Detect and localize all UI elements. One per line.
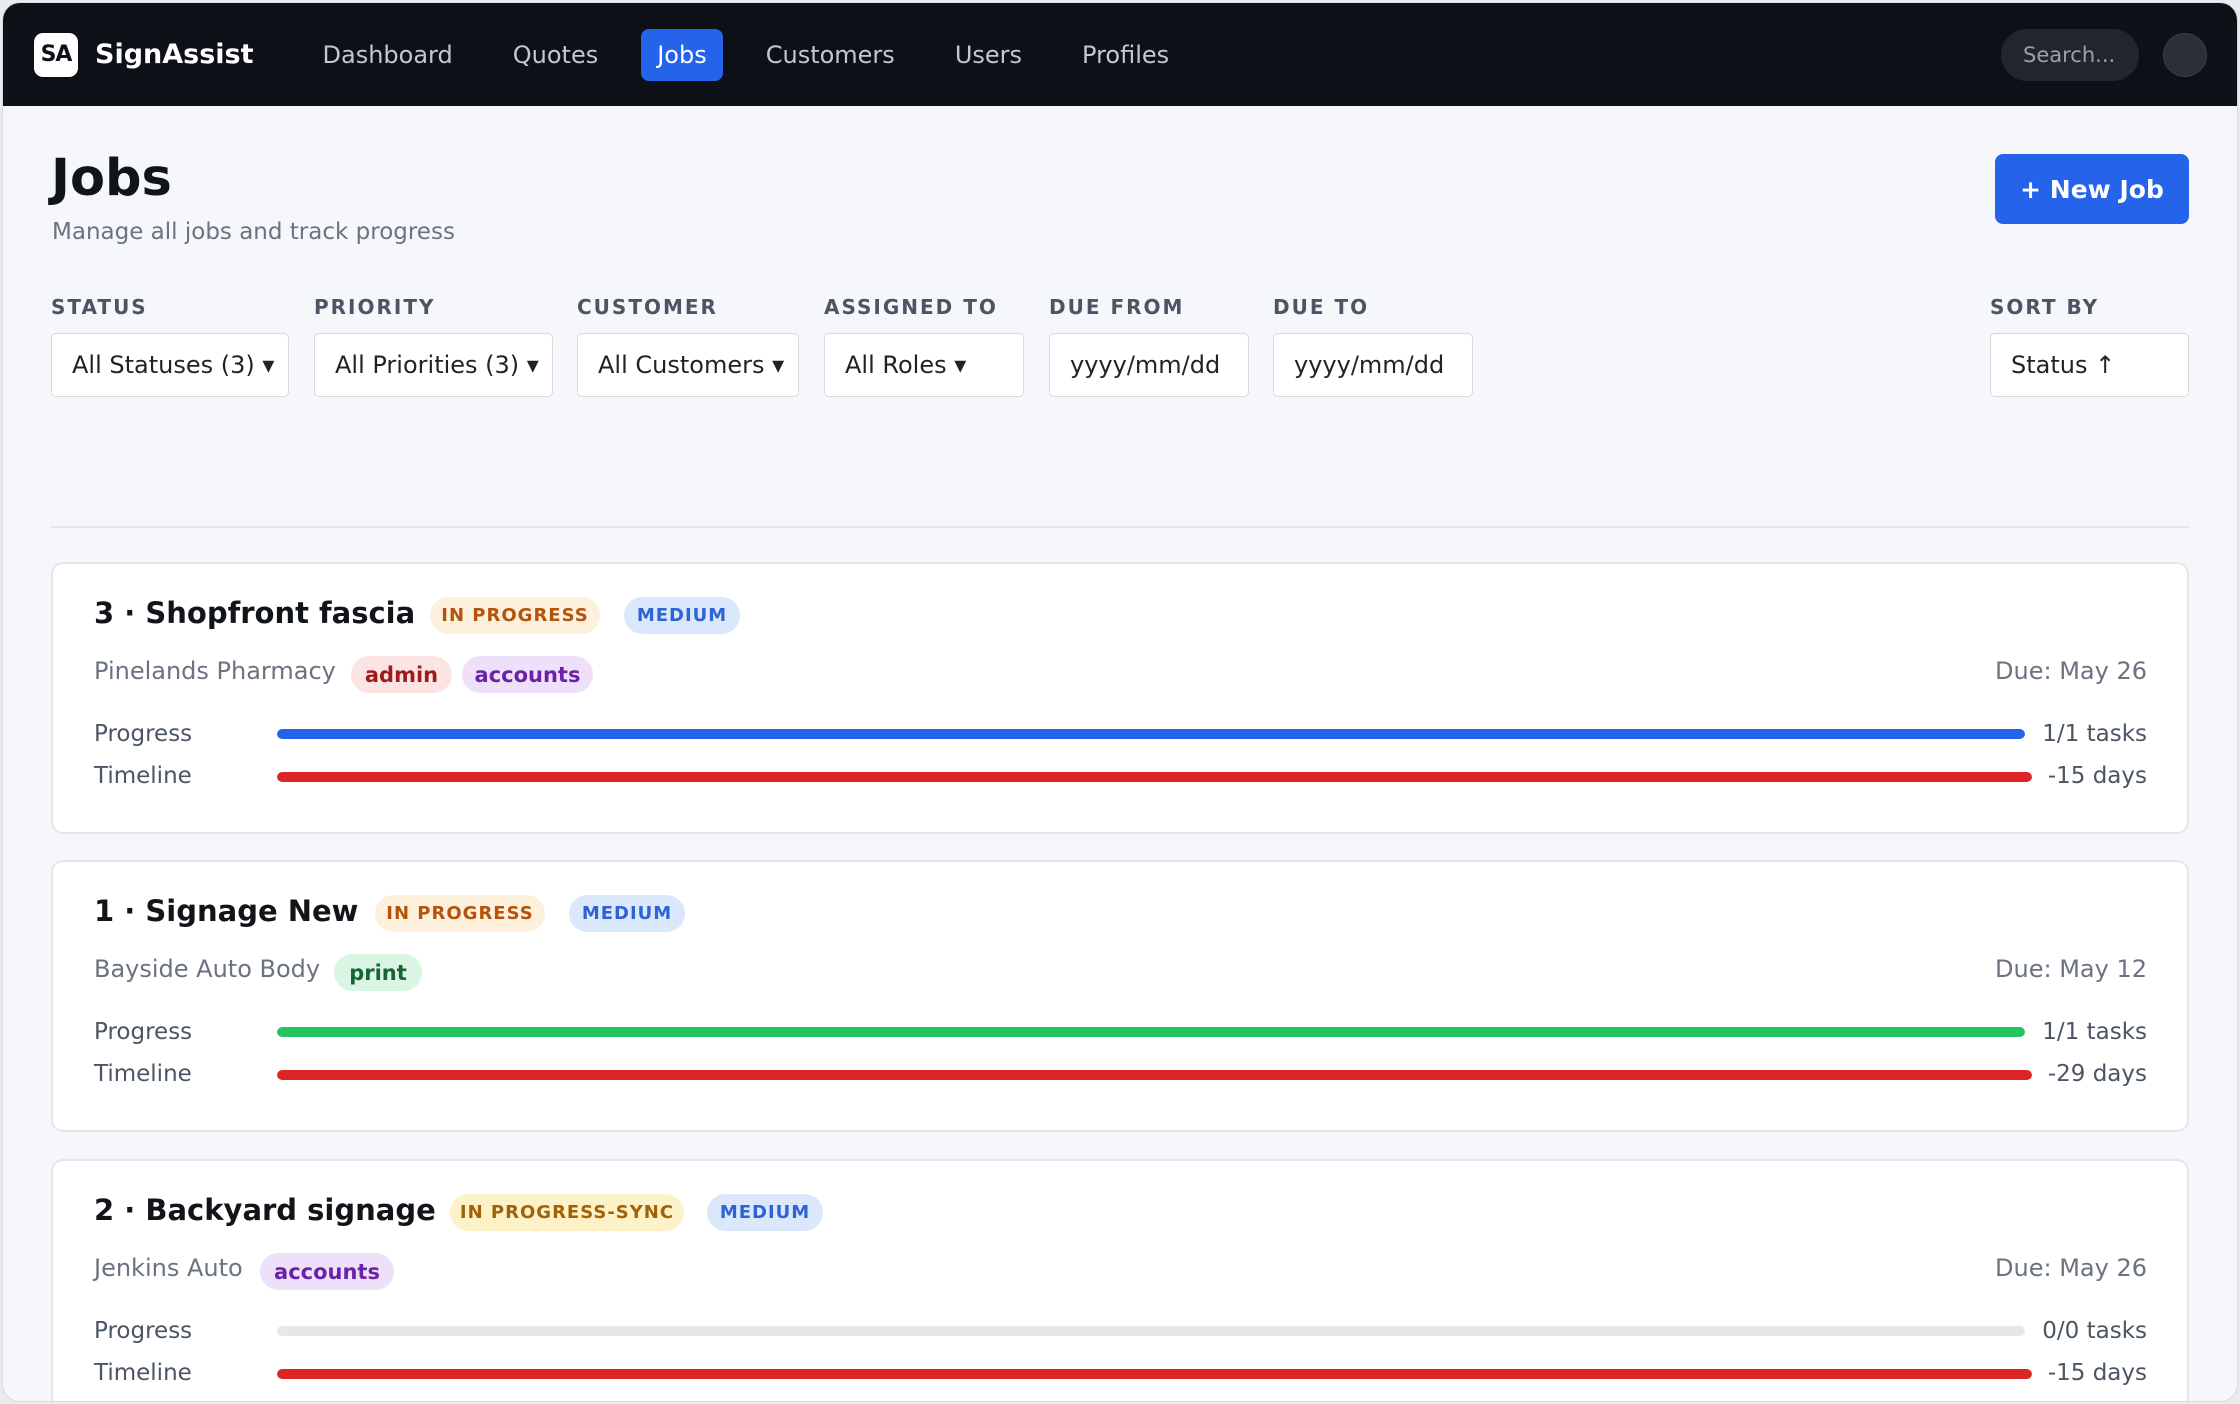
progress-count: 1/1 tasks [2042,1019,2147,1045]
progress-bar-fill [277,729,2025,739]
job-card[interactable]: 3 · Shopfront fascia IN PROGRESS MEDIUM … [51,562,2189,834]
logo-badge: SA [34,32,78,77]
tag-admin: admin [351,656,452,693]
filter-status: STATUS All Statuses (3) ▾ [51,293,289,397]
nav-item-profiles[interactable]: Profiles [1065,29,1186,81]
tag-accounts: accounts [462,656,593,693]
job-title[interactable]: 1 · Signage New [94,894,358,928]
timeline-bar [277,1369,2032,1379]
filter-bar: STATUS All Statuses (3) ▾ PRIORITY All P… [51,293,2189,397]
customer-name: Bayside Auto Body [94,955,321,983]
page-title: Jobs [51,149,172,208]
filter-due-from-label: DUE FROM [1049,295,1185,319]
nav-item-jobs[interactable]: Jobs [641,28,723,81]
job-title[interactable]: 3 · Shopfront fascia [94,596,415,630]
priority-select[interactable]: All Priorities (3) ▾ [314,333,553,397]
progress-bar [277,729,2025,739]
filter-sort-label: SORT BY [1990,295,2100,319]
due-date: Due: May 26 [1995,657,2147,685]
timeline-days: -29 days [2047,1061,2147,1087]
page-subtitle: Manage all jobs and track progress [52,219,455,245]
due-from-input[interactable]: yyyy/mm/dd [1049,333,1249,397]
job-card[interactable]: 2 · Backyard signage IN PROGRESS-SYNC ME… [51,1159,2189,1401]
nav-item-quotes[interactable]: Quotes [496,29,615,81]
filter-sort: SORT BY Status ↑ [1990,293,2189,397]
top-navigation-bar: SA SignAssist Dashboard Quotes Jobs Cust… [3,3,2237,106]
status-select[interactable]: All Statuses (3) ▾ [51,333,289,397]
priority-badge: MEDIUM [569,895,685,932]
filter-assigned-label: ASSIGNED TO [824,295,998,319]
search-input[interactable]: Search... [2001,29,2139,81]
progress-bar [277,1326,2025,1336]
nav-item-users[interactable]: Users [938,29,1039,81]
filter-priority: PRIORITY All Priorities (3) ▾ [314,293,553,397]
customer-select[interactable]: All Customers ▾ [577,333,799,397]
filter-due-from: DUE FROM yyyy/mm/dd [1049,293,1249,397]
sort-select[interactable]: Status ↑ [1990,333,2189,397]
assigned-select[interactable]: All Roles ▾ [824,333,1024,397]
progress-count: 1/1 tasks [2042,721,2147,747]
nav-item-dashboard[interactable]: Dashboard [306,29,470,81]
customer-name: Jenkins Auto [94,1254,243,1282]
filter-due-to-label: DUE TO [1273,295,1370,319]
priority-badge: MEDIUM [707,1194,823,1231]
filter-priority-label: PRIORITY [314,295,436,319]
tag-accounts: accounts [260,1253,394,1290]
progress-label: Progress [94,1019,193,1045]
due-to-input[interactable]: yyyy/mm/dd [1273,333,1473,397]
filter-customer: CUSTOMER All Customers ▾ [577,293,799,397]
progress-count: 0/0 tasks [2042,1318,2147,1344]
filter-customer-label: CUSTOMER [577,295,718,319]
tag-print: print [334,954,422,991]
timeline-bar-fill [277,1070,2032,1080]
timeline-bar [277,1070,2032,1080]
timeline-label: Timeline [94,1061,192,1087]
app-window: SA SignAssist Dashboard Quotes Jobs Cust… [2,2,2238,1402]
filter-status-label: STATUS [51,295,148,319]
timeline-label: Timeline [94,763,192,789]
timeline-bar [277,772,2032,782]
progress-label: Progress [94,1318,193,1344]
status-badge: IN PROGRESS [375,895,545,932]
timeline-bar-fill [277,1369,2032,1379]
filter-divider [51,526,2189,528]
status-badge: IN PROGRESS-SYNC [450,1194,684,1231]
timeline-days: -15 days [2047,763,2147,789]
progress-bar-fill [277,1027,2025,1037]
timeline-days: -15 days [2047,1360,2147,1386]
status-badge: IN PROGRESS [430,597,600,634]
timeline-bar-fill [277,772,2032,782]
progress-label: Progress [94,721,193,747]
app-name: SignAssist [95,39,254,70]
job-title[interactable]: 2 · Backyard signage [94,1193,436,1227]
user-avatar[interactable] [2163,33,2207,77]
nav-item-customers[interactable]: Customers [749,29,912,81]
priority-badge: MEDIUM [624,597,740,634]
new-job-button[interactable]: + New Job [1995,154,2189,224]
filter-assigned: ASSIGNED TO All Roles ▾ [824,293,1024,397]
job-card[interactable]: 1 · Signage New IN PROGRESS MEDIUM Baysi… [51,860,2189,1132]
main-nav: Dashboard Quotes Jobs Customers Users Pr… [306,28,1213,81]
due-date: Due: May 12 [1995,955,2147,983]
filter-due-to: DUE TO yyyy/mm/dd [1273,293,1473,397]
customer-name: Pinelands Pharmacy [94,657,336,685]
timeline-label: Timeline [94,1360,192,1386]
top-right-controls: Search... [2001,29,2207,81]
progress-bar [277,1027,2025,1037]
due-date: Due: May 26 [1995,1254,2147,1282]
